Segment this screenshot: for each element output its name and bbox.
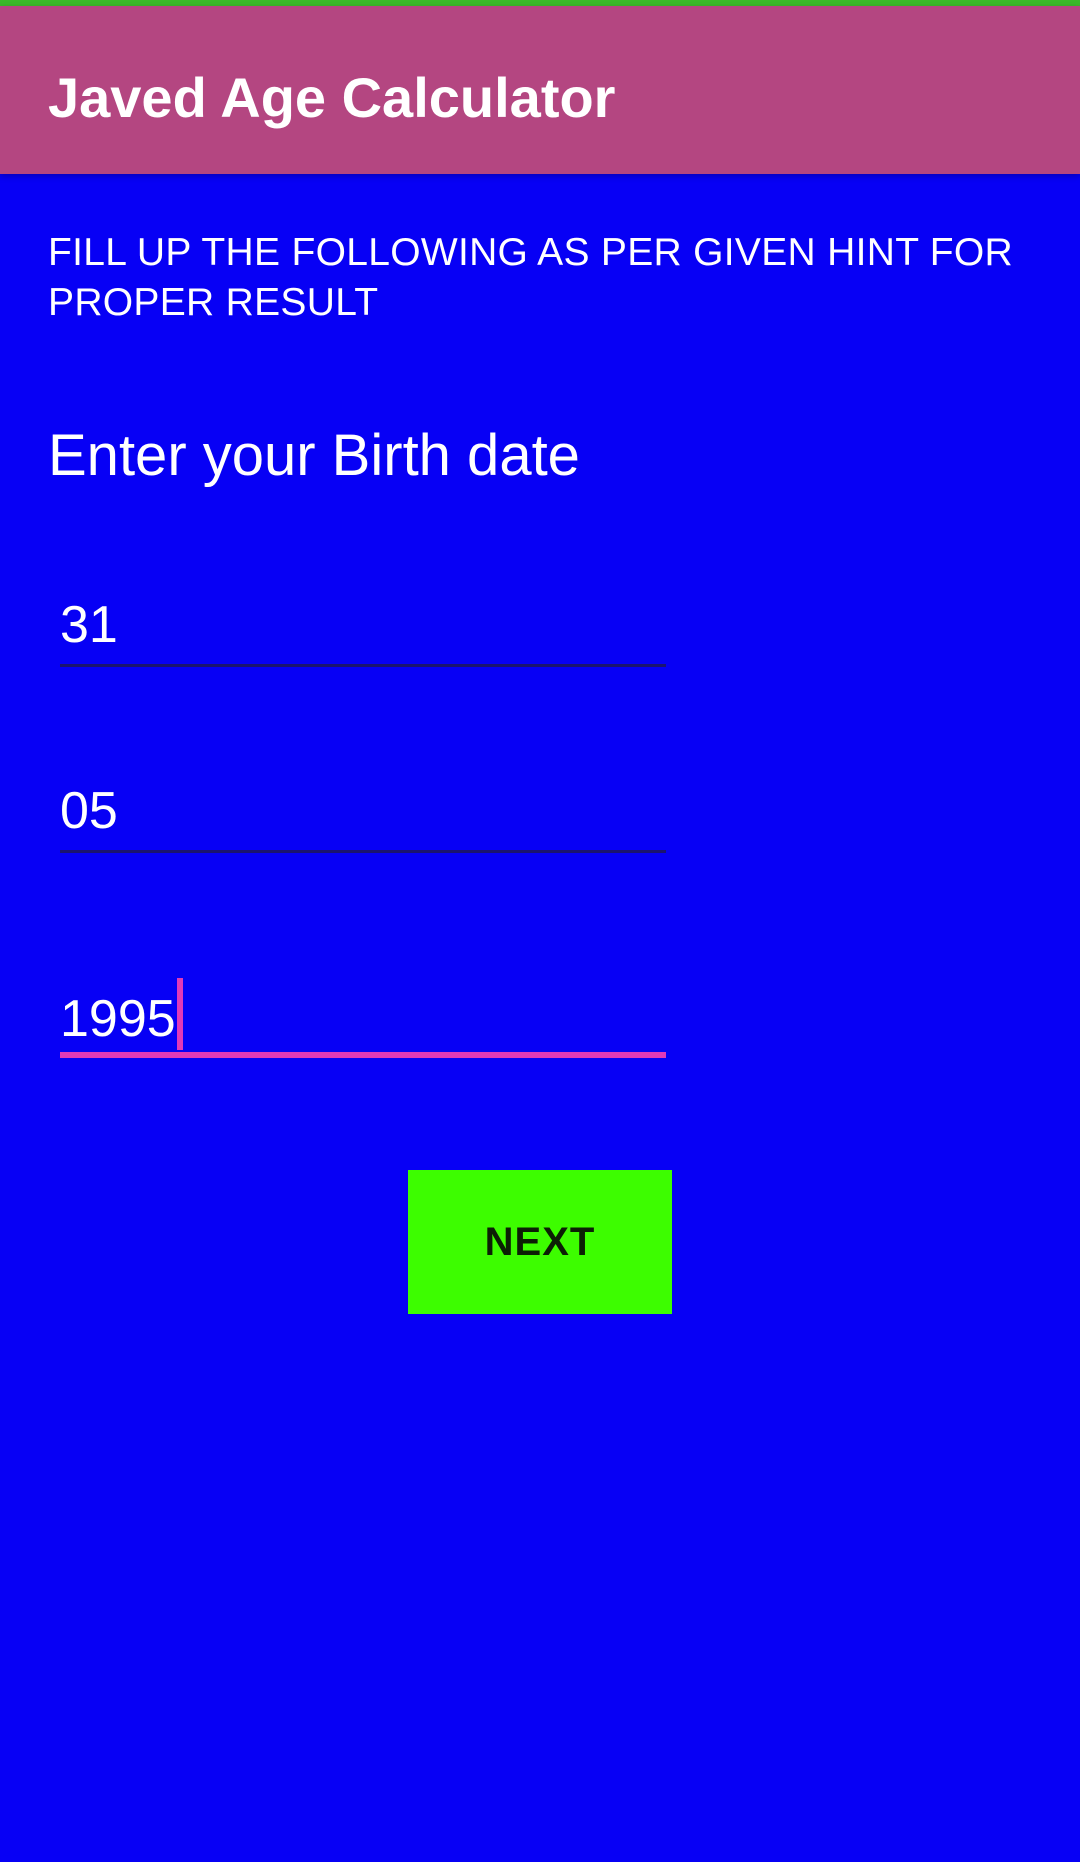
birth-date-label: Enter your Birth date — [48, 423, 580, 488]
text-cursor — [176, 978, 183, 1050]
app-bar: Javed Age Calculator — [0, 6, 1080, 174]
month-input-underline — [60, 850, 666, 853]
month-input[interactable]: 05 — [60, 776, 666, 856]
day-input-value[interactable]: 31 — [60, 590, 118, 660]
day-input-underline — [60, 664, 666, 667]
next-button[interactable]: NEXT — [408, 1170, 672, 1314]
instruction-text: FILL UP THE FOLLOWING AS PER GIVEN HINT … — [48, 231, 1013, 324]
year-input-underline-focused — [60, 1052, 666, 1058]
day-input[interactable]: 31 — [60, 590, 666, 670]
app-title: Javed Age Calculator — [48, 66, 616, 129]
year-input[interactable]: 1995 — [60, 974, 666, 1060]
year-input-value[interactable]: 1995 — [60, 990, 176, 1048]
year-input-content[interactable]: 1995 — [60, 978, 183, 1054]
month-input-value[interactable]: 05 — [60, 776, 118, 846]
